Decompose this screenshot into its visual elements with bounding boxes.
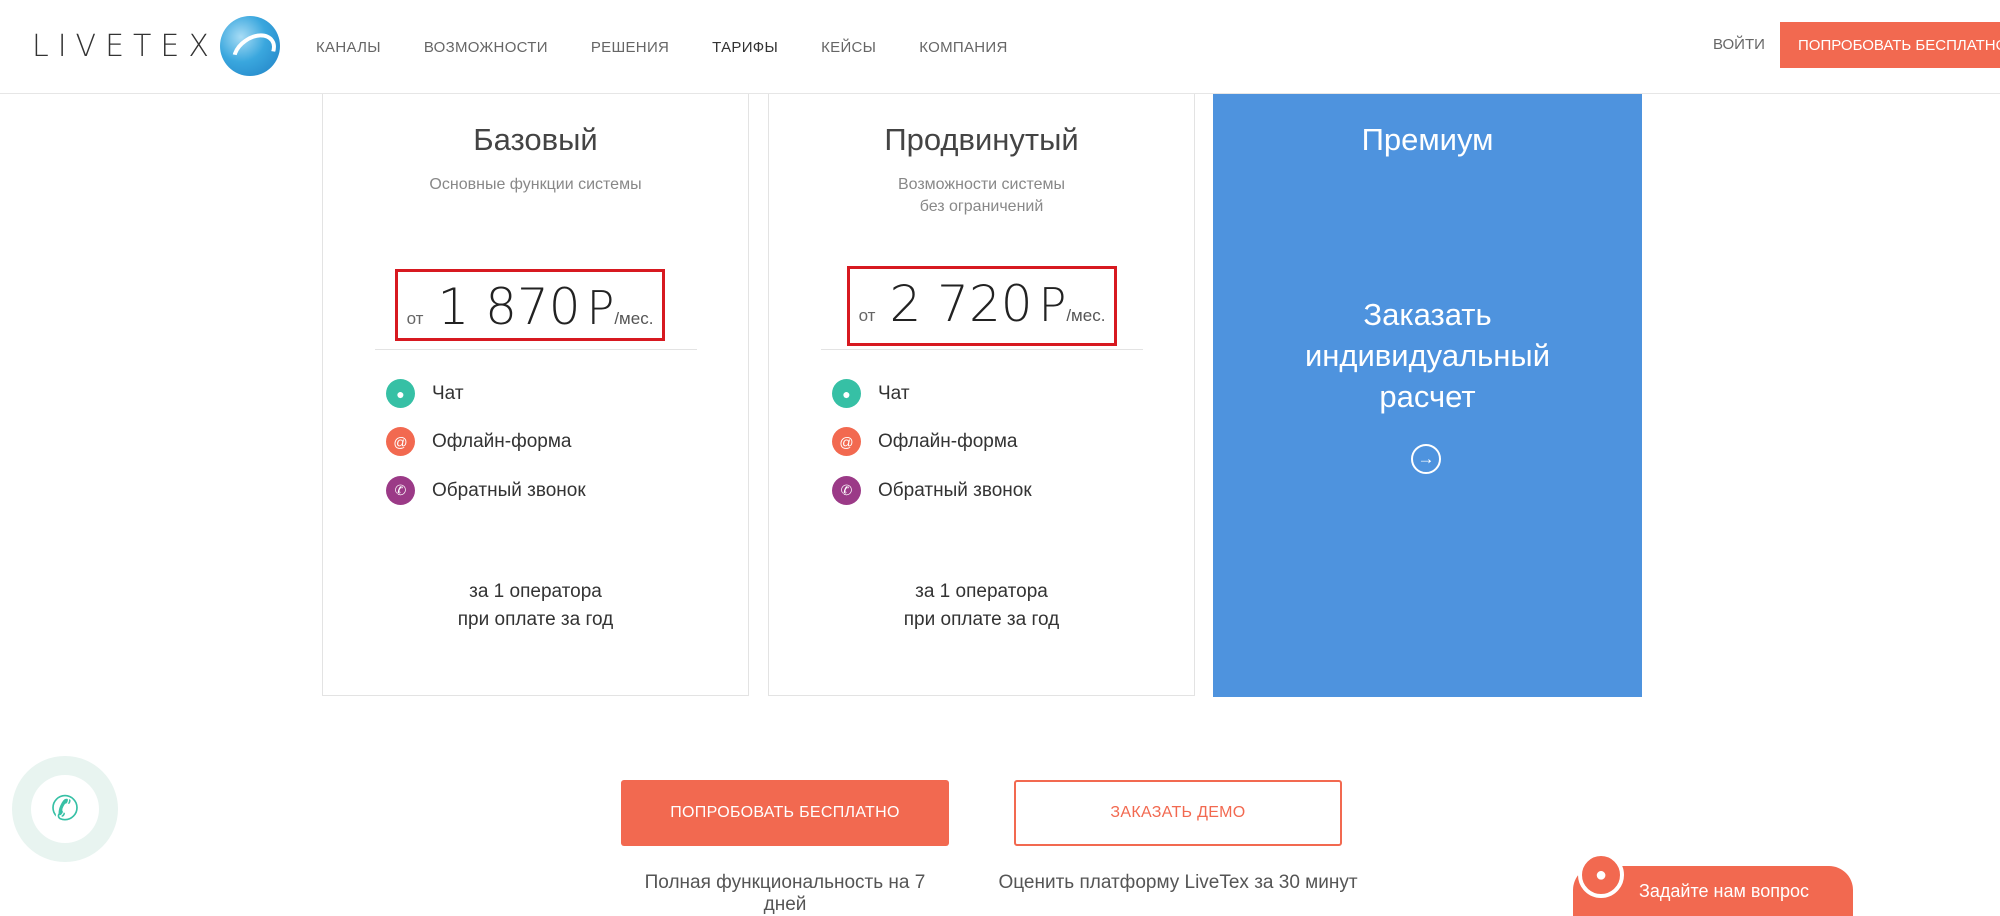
feature-label: Обратный звонок: [432, 479, 586, 501]
plan-card-basic: Базовый Основные функции системы от 1 87…: [322, 94, 749, 696]
operator-line: за 1 оператора: [469, 581, 602, 602]
plan-card-advanced: Продвинутый Возможности системы без огра…: [768, 94, 1195, 696]
plan-title: Базовый: [473, 122, 598, 157]
site-header: LIVETEX КАНАЛЫ ВОЗМОЖНОСТИ РЕШЕНИЯ ТАРИФ…: [0, 0, 2000, 94]
feature-label: Чат: [878, 382, 910, 404]
feature-label: Офлайн-форма: [878, 430, 1018, 452]
plan-title: Премиум: [1361, 122, 1494, 157]
try-free-caption: Полная функциональность на 7 дней: [644, 872, 926, 915]
plan-subtitle: Возможности системы без ограничений: [769, 174, 1194, 218]
phone-icon[interactable]: ✆: [31, 775, 99, 843]
callback-widget[interactable]: ✆: [12, 756, 118, 862]
subtitle-line: Возможности системы: [897, 176, 1066, 193]
order-line: Заказать: [1363, 297, 1492, 332]
chat-bubble-icon: ●: [386, 379, 415, 408]
login-link[interactable]: ВОЙТИ: [1713, 36, 1765, 53]
feature-offline-form: @ Офлайн-форма: [386, 427, 571, 456]
plan-title: Продвинутый: [884, 122, 1079, 157]
feature-offline-form: @ Офлайн-форма: [832, 427, 1017, 456]
feature-chat: ● Чат: [832, 379, 910, 408]
feature-callback: ✆ Обратный звонок: [832, 476, 1032, 505]
payment-line: при оплате за год: [903, 609, 1060, 630]
operator-line: за 1 оператора: [915, 581, 1048, 602]
try-free-button[interactable]: ПОПРОБОВАТЬ БЕСПЛАТНО: [621, 780, 949, 846]
plan-subtitle: Основные функции системы: [429, 176, 642, 193]
nav-features[interactable]: ВОЗМОЖНОСТИ: [424, 39, 548, 56]
try-free-header-button[interactable]: ПОПРОБОВАТЬ БЕСПЛАТНО: [1780, 22, 2000, 68]
feature-callback: ✆ Обратный звонок: [386, 476, 586, 505]
chat-bubbles-icon[interactable]: ●: [1578, 852, 1624, 898]
envelope-icon: @: [386, 427, 415, 456]
nav-solutions[interactable]: РЕШЕНИЯ: [591, 39, 669, 56]
price-from: от: [858, 306, 876, 325]
order-custom-quote[interactable]: Заказать индивидуальный расчет: [1213, 294, 1642, 417]
price-from: от: [406, 309, 424, 328]
demo-caption: Оценить платформу LiveTex за 30 минут: [998, 872, 1358, 893]
order-demo-button[interactable]: ЗАКАЗАТЬ ДЕМО: [1014, 780, 1342, 846]
divider: [375, 349, 697, 350]
nav-cases[interactable]: КЕЙСЫ: [821, 39, 876, 56]
price-currency: Р: [1038, 278, 1067, 332]
subtitle-line: без ограничений: [919, 198, 1044, 215]
globe-logo-icon: [219, 16, 280, 76]
plan-card-premium[interactable]: Премиум Заказать индивидуальный расчет →: [1213, 94, 1642, 697]
phone-callback-icon: ✆: [386, 476, 415, 505]
envelope-icon: @: [832, 427, 861, 456]
logo-text: LIVETEX: [32, 28, 218, 64]
phone-callback-icon: ✆: [832, 476, 861, 505]
price-period: /мес.: [1066, 306, 1106, 325]
nav-company[interactable]: КОМПАНИЯ: [919, 39, 1007, 56]
chat-bubble-icon: ●: [832, 379, 861, 408]
nav-channels[interactable]: КАНАЛЫ: [316, 39, 381, 56]
price-box: от 2 720 Р /мес.: [847, 266, 1117, 346]
order-line: расчет: [1379, 379, 1476, 414]
operator-note: за 1 оператора при оплате за год: [323, 578, 748, 634]
price-value: 1 870: [437, 278, 581, 336]
feature-label: Офлайн-форма: [432, 430, 572, 452]
arrow-right-circle-icon[interactable]: →: [1411, 444, 1441, 474]
feature-label: Чат: [432, 382, 464, 404]
price-box: от 1 870 Р /мес.: [395, 269, 665, 341]
livetex-logo[interactable]: LIVETEX: [32, 16, 280, 76]
price-currency: Р: [586, 281, 615, 335]
order-line: индивидуальный: [1304, 338, 1551, 373]
operator-note: за 1 оператора при оплате за год: [769, 578, 1194, 634]
divider: [821, 349, 1143, 350]
feature-chat: ● Чат: [386, 379, 464, 408]
price-period: /мес.: [614, 309, 654, 328]
nav-pricing[interactable]: ТАРИФЫ: [712, 39, 778, 56]
price-value: 2 720: [889, 275, 1033, 333]
main-nav: КАНАЛЫ ВОЗМОЖНОСТИ РЕШЕНИЯ ТАРИФЫ КЕЙСЫ …: [316, 0, 1051, 94]
feature-label: Обратный звонок: [878, 479, 1032, 501]
payment-line: при оплате за год: [457, 609, 614, 630]
